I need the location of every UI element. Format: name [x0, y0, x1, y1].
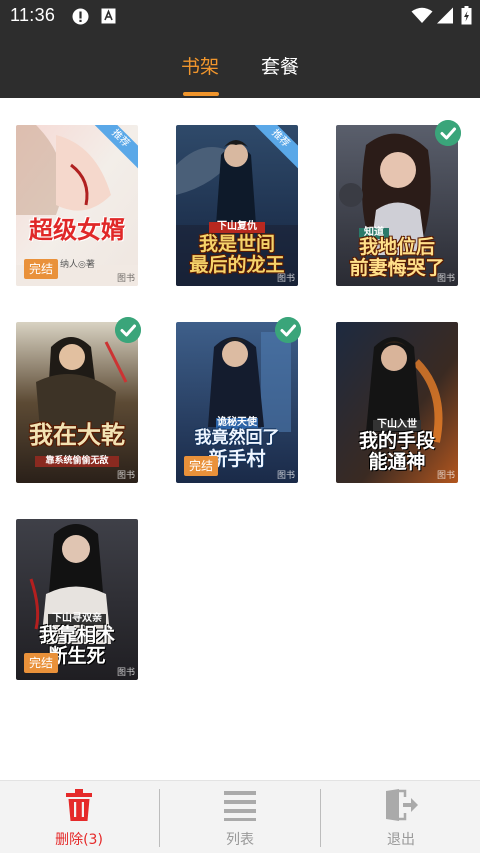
cover-watermark: 图书	[436, 274, 455, 284]
divider	[320, 789, 321, 847]
book-title: 超级女婿	[29, 215, 125, 244]
book-cover[interactable]: 我在大乾 靠系统偷偷无敌 图书	[16, 322, 138, 483]
cover-watermark: 图书	[116, 471, 135, 481]
delete-button[interactable]: 删除(3)	[0, 781, 158, 853]
list-label: 列表	[226, 832, 254, 848]
book-tagline: 靠系统偷偷无敌	[35, 456, 119, 468]
book-title: 我的手段	[358, 430, 435, 452]
book-cover[interactable]: 下山入世 我的手段 能通神 图书	[336, 322, 458, 483]
selected-check-icon[interactable]	[435, 120, 461, 146]
finished-badge: 完结	[184, 456, 218, 476]
cover-watermark: 图书	[276, 274, 295, 284]
divider	[159, 789, 160, 847]
exit-button[interactable]: 退出	[322, 781, 480, 853]
book-subtitle: 下山复仇	[209, 221, 265, 233]
tab-active-indicator	[183, 92, 219, 96]
book-title: 我是世间	[198, 233, 275, 255]
finished-badge: 完结	[24, 653, 58, 673]
tab-header: 书架 套餐	[0, 32, 480, 98]
cover-watermark: 图书	[436, 471, 455, 481]
book-title: 我在大乾	[29, 420, 125, 449]
bookshelf-grid: 超级女婿 纳人◎著 完结 推荐 图书 下山复仇 我是世间 最后的龙王 推荐 图书	[0, 98, 480, 778]
book-subtitle: 下山入世	[373, 419, 421, 431]
book-subtitle: 诡秘天使	[216, 417, 258, 429]
signal-icon	[437, 7, 453, 24]
cover-watermark: 图书	[276, 471, 295, 481]
trash-icon	[66, 789, 92, 821]
book-cover[interactable]: 下山寻双亲 我靠相术 断生死 完结 图书	[16, 519, 138, 680]
selected-check-icon[interactable]	[115, 317, 141, 343]
book-author: 纳人◎著	[60, 260, 95, 270]
book-cover[interactable]: 超级女婿 纳人◎著 完结 推荐 图书	[16, 125, 138, 286]
book-cover[interactable]: 诡秘天使 我竟然回了 新手村 完结 图书	[176, 322, 298, 483]
tab-package[interactable]: 套餐	[261, 52, 299, 79]
exit-label: 退出	[387, 832, 415, 848]
alert-icon	[72, 8, 89, 25]
book-title: 我靠相术	[38, 624, 115, 646]
book-cover[interactable]: 知道 我地位后 前妻悔哭了 图书	[336, 125, 458, 286]
delete-label: 删除(3)	[55, 832, 103, 848]
book-subtitle: 下山寻双亲	[48, 613, 106, 625]
book-title: 我竟然回了	[194, 428, 280, 448]
list-view-button[interactable]: 列表	[161, 781, 319, 853]
tab-bookshelf[interactable]: 书架	[181, 52, 219, 79]
cover-watermark: 图书	[116, 274, 135, 284]
bottom-action-bar: 删除(3) 列表 退出	[0, 780, 480, 853]
finished-badge: 完结	[24, 259, 58, 279]
status-time: 11:36	[10, 5, 56, 25]
keyboard-a-icon	[101, 8, 116, 24]
battery-icon	[461, 6, 472, 25]
selected-check-icon[interactable]	[275, 317, 301, 343]
wifi-icon	[411, 7, 433, 23]
book-title: 我地位后	[358, 236, 435, 258]
list-icon	[224, 791, 256, 821]
exit-door-icon	[386, 789, 418, 821]
book-cover[interactable]: 下山复仇 我是世间 最后的龙王 推荐 图书	[176, 125, 298, 286]
status-bar: 11:36	[0, 0, 480, 32]
cover-watermark: 图书	[116, 668, 135, 678]
